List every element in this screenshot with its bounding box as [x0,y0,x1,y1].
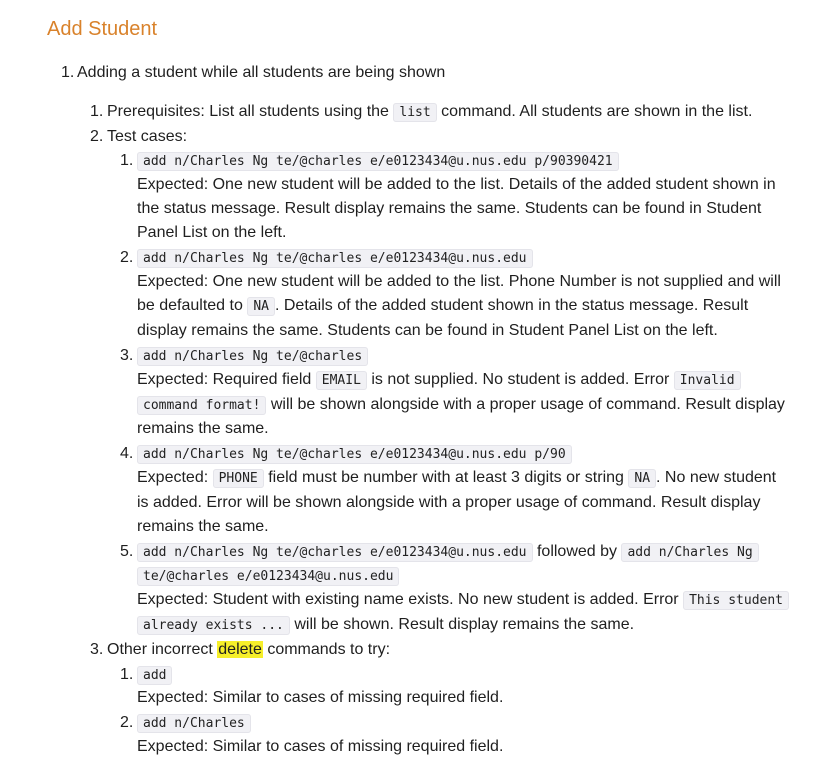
text-segment: command. All students are shown in the l… [441,103,753,120]
expected-text: Expected: Similar to cases of missing re… [137,689,504,706]
text-segment: be defaulted to [137,297,243,314]
section-heading: Add Student [47,18,158,40]
inline-code: add n/Charles Ng te/@charles e/e0123434@… [137,445,572,464]
text-segment: will be shown. Result display remains th… [294,616,635,633]
inline-code: list [393,103,437,122]
text-segment: field must be number with at least 3 dig… [268,469,624,486]
list-number: 2. [90,128,104,145]
list-number: 2. [120,249,134,266]
inline-code: EMAIL [315,371,367,390]
test-case-command: add n/Charles Ng te/@charles [137,344,369,368]
test-case-command: te/@charles e/e0123434@u.nus.edu [137,564,400,588]
expected-text: Expected: Student with existing name exi… [137,588,789,612]
list-number: 2. [120,714,134,731]
inline-code: add n/Charles Ng te/@charles e/e0123434@… [137,543,533,562]
inline-code: Invalid [673,371,741,390]
test-case-command: add [137,663,173,687]
list-number: 3. [90,641,104,658]
text-segment: . No new student [656,469,777,486]
list-number: 1. [61,64,75,81]
inline-code: NA [247,297,275,316]
expected-text: display remains the same. Students can b… [137,322,718,339]
expected-text: Expected: PHONE field must be number wit… [137,466,776,490]
prerequisites-item: Prerequisites: List all students using t… [107,100,752,124]
inline-code: add n/Charles Ng te/@charles e/e0123434@… [137,152,619,171]
expected-text: the status message. Result display remai… [137,200,762,217]
text-segment: Other incorrect [107,641,213,658]
text-segment: . Details of the added student shown in … [274,297,749,314]
list-number: 5. [120,543,134,560]
test-case-command: add n/Charles Ng te/@charles e/e0123434@… [137,246,533,270]
expected-text: Expected: One new student will be added … [137,176,776,193]
list-number: 1. [90,103,104,120]
text-segment: Prerequisites: List all students using t… [107,103,389,120]
inline-code: add [137,666,173,685]
inline-code: add n/Charles [137,714,251,733]
expected-text: Expected: Required field EMAIL is not su… [137,368,741,392]
list-item-text: Adding a student while all students are … [77,64,446,81]
expected-text: remains the same. [137,420,269,437]
inline-code: PHONE [212,469,264,488]
text-segment: followed by [536,543,618,560]
test-case-command: add n/Charles Ng te/@charles e/e0123434@… [137,149,619,173]
inline-code: This student [683,591,789,610]
expected-text: Expected: One new student will be added … [137,273,781,290]
list-number: 4. [120,445,134,462]
text-segment: will be shown alongside with a proper us… [270,396,785,413]
inline-code: already exists ... [137,616,290,635]
inline-code: te/@charles e/e0123434@u.nus.edu [137,567,400,586]
text-segment: commands to try: [267,641,391,658]
inline-code: add n/Charles Ng te/@charles [137,347,369,366]
list-number: 3. [120,347,134,364]
expected-text: is added. Error will be shown alongside … [137,494,761,511]
text-segment: is not supplied. No student is added. Er… [371,371,670,388]
highlighted-word: delete [217,641,263,658]
inline-code: add n/Charles Ng [621,543,759,562]
expected-text: already exists ... will be shown. Result… [137,613,634,637]
inline-code: command format! [137,396,267,415]
inline-code: add n/Charles Ng te/@charles e/e0123434@… [137,249,533,268]
expected-text: be defaulted to NA. Details of the added… [137,294,748,318]
list-number: 1. [120,666,134,683]
expected-text: Expected: Similar to cases of missing re… [137,738,504,755]
list-number: 1. [120,152,134,169]
document-page: Add Student 1. Adding a student while al… [0,0,838,761]
text-segment: Expected: Student with existing name exi… [137,591,679,608]
text-segment: Expected: [137,469,209,486]
expected-text: command format! will be shown alongside … [137,393,785,417]
inline-code: NA [628,469,657,488]
text-segment: Expected: Required field [137,371,312,388]
test-case-command: add n/Charles Ng te/@charles e/e0123434@… [137,442,572,466]
test-case-command: add n/Charles [137,711,251,735]
list-item-text: Test cases: [107,128,188,145]
test-case-command: add n/Charles Ng te/@charles e/e0123434@… [137,540,759,564]
expected-text: remains the same. [137,518,269,535]
expected-text: Panel List on the left. [137,224,287,241]
list-item-text: Other incorrect delete commands to try: [107,638,390,662]
